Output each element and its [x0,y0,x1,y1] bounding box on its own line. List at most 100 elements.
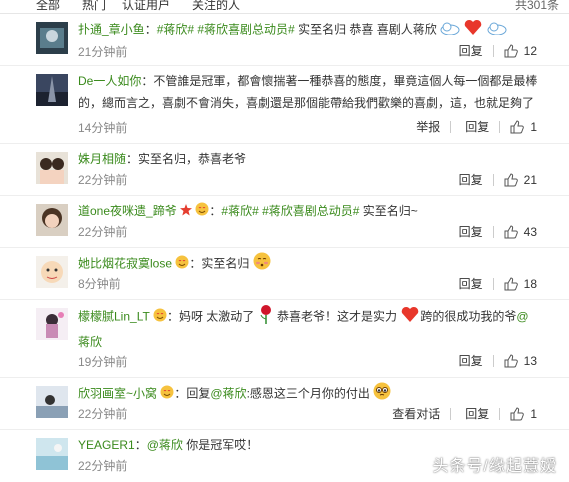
comment-body: ：回复 [174,386,211,401]
comment-body: ：妈呀 太激动了 [166,309,255,324]
comment-text: 檬檬腻Lin_LT ：妈呀 太激动了 恭喜老爷！这才是实力 跨的很成功我的爷@ … [78,304,539,353]
comment-body: ： [134,438,147,452]
cloud-emoji-icon [440,20,460,42]
mention-link[interactable]: @ [516,310,528,324]
tab-all[interactable]: 全部 [36,0,60,13]
avatar[interactable] [36,152,68,184]
divider [492,277,494,290]
view-conversation-button[interactable]: 查看对话 [392,405,440,422]
avatar[interactable] [36,438,68,470]
divider [492,354,494,367]
comment-body: 恭喜老爷！这才是实力 [273,309,397,324]
comment-body: :感恩这三个月你的付出 [246,386,370,401]
comment-text: 扑通_章小鱼：#蒋欣# #蒋欣喜剧总动员# 实至名归 恭喜 喜剧人蒋欣 [78,18,539,43]
comment-item: 她比烟花寂寞lose ：实至名归 8分钟前 回复 18 [0,248,569,300]
comment-username[interactable]: 道one夜咪遗_蹄爷 [78,204,177,218]
like-count: 18 [523,276,537,291]
tab-hot[interactable]: 热门 [82,0,106,13]
avatar[interactable] [36,386,68,418]
thumbs-up-icon [504,276,518,290]
mention-link[interactable]: 蒋欣 [78,335,102,349]
hashtag-link[interactable]: #蒋欣# #蒋欣喜剧总动员# [221,204,359,218]
thumbs-up-icon [504,224,518,238]
comment-time: 22分钟前 [78,459,128,473]
comment-body: 实至名归 恭喜 喜剧人蒋欣 [294,22,437,37]
thumbs-up-icon [510,406,525,420]
reply-button[interactable]: 回复 [459,275,483,292]
comment-time: 22分钟前 [78,407,128,421]
comment-text: 道one夜咪遗_蹄爷 ：#蒋欣# #蒋欣喜剧总动员# 实至名归~ [78,200,539,223]
avatar[interactable] [36,22,68,54]
divider [499,120,501,133]
heart-emoji-icon [400,305,420,330]
divider [492,173,494,186]
comment-item: De一人如你：不管誰是冠軍，都會懷揣著一種恭喜的態度，畢竟這個人每一個都是最棒 … [0,66,569,144]
tab-verified[interactable]: 认证用户 [122,0,170,13]
comment-time: 21分钟前 [78,45,128,59]
divider [450,407,452,420]
hashtag-link[interactable]: #蒋欣# #蒋欣喜剧总动员# [157,23,295,37]
comment-time: 22分钟前 [78,173,128,187]
rose-emoji-icon [258,304,274,331]
comment-body-line2: 的，總而言之，喜劇不會消失，喜劇還是那個能帶給我們歡樂的喜劇，這，也就足夠了 [78,96,535,110]
comment-filter-bar: 全部 热门 认证用户 关注的人 共301条 [0,0,569,14]
teary-emoji-icon [373,382,391,407]
reply-button[interactable]: 回复 [465,118,489,135]
watermark: 头条号/缘起薏嫒 [432,458,557,475]
reply-button[interactable]: 回复 [459,223,483,240]
like-button[interactable]: 13 [504,354,537,368]
like-count: 21 [523,172,537,187]
comment-username[interactable]: 她比烟花寂寞lose [78,257,172,271]
like-button[interactable]: 21 [504,173,537,187]
avatar[interactable] [36,308,68,340]
comment-total: 共301条 [514,0,559,12]
mention-link[interactable]: @蒋欣 [147,438,183,452]
thumbs-up-icon [510,119,525,133]
star-badge-icon [180,201,193,223]
comment-username[interactable]: YEAGER1 [78,438,135,452]
comment-username[interactable]: 欣羽画室~小窝 [78,387,157,401]
divider [492,225,494,238]
reply-button[interactable]: 回复 [459,352,483,369]
cloud-emoji-icon [487,20,507,42]
comment-time: 14分钟前 [78,121,128,135]
comment-body: 你是冠军哎！ [182,438,259,452]
reply-button[interactable]: 回复 [459,171,483,188]
comment-text: De一人如你：不管誰是冠軍，都會懷揣著一種恭喜的態度，畢竟這個人每一個都是最棒 … [78,70,539,114]
comment-item: 檬檬腻Lin_LT ：妈呀 太激动了 恭喜老爷！这才是实力 跨的很成功我的爷@ … [0,300,569,378]
like-button[interactable]: 12 [504,44,537,58]
avatar[interactable] [36,256,68,288]
thumbs-up-icon [504,43,518,57]
reply-button[interactable]: 回复 [465,405,489,422]
comment-item: 扑通_章小鱼：#蒋欣# #蒋欣喜剧总动员# 实至名归 恭喜 喜剧人蒋欣 21分钟… [0,14,569,66]
like-button[interactable]: 18 [504,277,537,291]
divider [499,407,501,420]
tab-following[interactable]: 关注的人 [192,0,240,13]
comment-username[interactable]: 檬檬腻Lin_LT [78,310,150,324]
mention-link[interactable]: @蒋欣 [210,387,246,401]
like-count: 12 [523,43,537,58]
blushing-emoji-icon [253,252,271,277]
like-button[interactable]: 43 [504,225,537,239]
like-count: 43 [523,224,537,239]
comment-body: ：实至名归 [189,256,250,271]
comment-item: 道one夜咪遗_蹄爷 ：#蒋欣# #蒋欣喜剧总动员# 实至名归~ 22分钟前 回… [0,196,569,248]
comment-text: 姝月相随：实至名归，恭喜老爷 [78,148,539,170]
comment-time: 22分钟前 [78,225,128,239]
comment-username[interactable]: 扑通_章小鱼 [78,23,145,37]
like-count: 1 [530,406,537,421]
reply-button[interactable]: 回复 [459,42,483,59]
comment-username[interactable]: De一人如你 [78,74,141,88]
comment-item: 姝月相随：实至名归，恭喜老爷 22分钟前 回复 21 [0,144,569,196]
avatar[interactable] [36,74,68,106]
like-count: 13 [523,353,537,368]
comment-username[interactable]: 姝月相随 [78,152,126,166]
comment-text: 欣羽画室~小窝 ：回复@蒋欣:感恩这三个月你的付出 [78,382,539,407]
like-count: 1 [530,119,537,134]
report-button[interactable]: 举报 [416,118,440,135]
heart-eyes-emoji-icon [153,307,167,329]
avatar[interactable] [36,204,68,236]
like-button[interactable]: 1 [510,120,537,134]
like-button[interactable]: 1 [510,407,537,421]
comment-body: 实至名归~ [359,204,418,218]
